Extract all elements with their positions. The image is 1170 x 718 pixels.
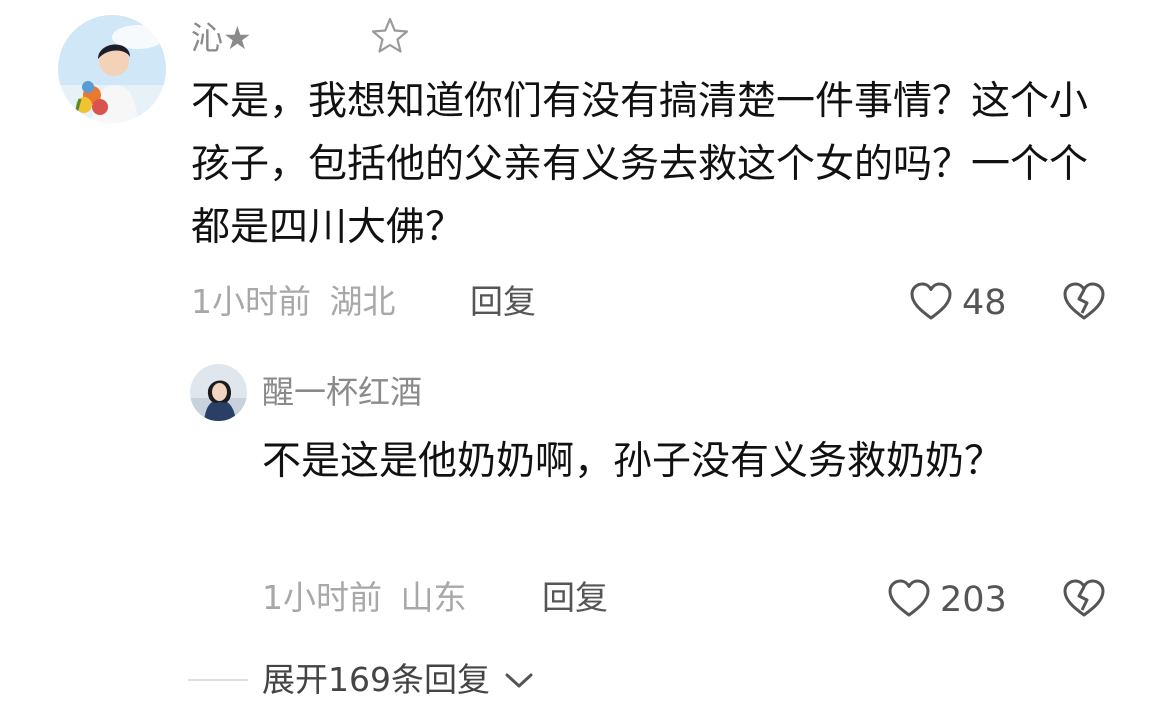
- divider: [188, 679, 248, 681]
- comment-time: 1小时前: [262, 578, 382, 617]
- reply-button[interactable]: 回复: [470, 282, 536, 322]
- heart-outline-icon: [908, 280, 954, 326]
- comment-text: 不是这是他奶奶啊，孙子没有义务救奶奶？: [262, 439, 1004, 484]
- comment-location: 湖北: [329, 282, 396, 321]
- comment-username[interactable]: 醒一杯红酒: [262, 372, 422, 412]
- like-button[interactable]: 203: [886, 577, 1007, 623]
- avatar[interactable]: [190, 364, 247, 421]
- comment-time: 1小时前: [191, 282, 311, 321]
- reply-button[interactable]: 回复: [542, 578, 608, 618]
- like-count: 203: [940, 580, 1007, 620]
- expand-replies-button[interactable]: 展开169条回复: [188, 660, 534, 700]
- comment-meta: 1小时前 湖北: [191, 282, 396, 322]
- chevron-down-icon: [504, 670, 534, 690]
- heart-outline-icon: [886, 577, 932, 623]
- comment-username[interactable]: 沁★: [191, 18, 252, 58]
- dislike-button[interactable]: [1060, 280, 1108, 326]
- broken-heart-icon: [1060, 579, 1108, 623]
- star-outline-icon: [370, 16, 410, 56]
- comment-location: 山东: [400, 578, 467, 617]
- comment-meta: 1小时前 山东: [262, 578, 467, 618]
- expand-replies-label: 展开169条回复: [262, 660, 490, 699]
- comment-text: 不是，我想知道你们有没有搞清楚一件事情？这个小孩子，包括他的父亲有义务去救这个女…: [191, 79, 1089, 250]
- broken-heart-icon: [1060, 282, 1108, 326]
- dislike-button[interactable]: [1060, 577, 1108, 623]
- avatar[interactable]: [58, 15, 166, 123]
- like-button[interactable]: 48: [908, 280, 1007, 326]
- like-count: 48: [962, 283, 1007, 323]
